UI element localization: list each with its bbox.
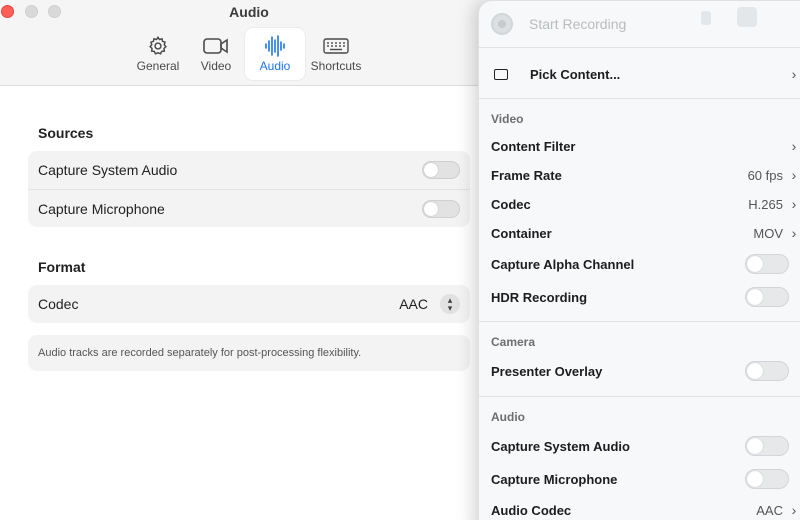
chevron-right-icon: ›: [791, 66, 797, 82]
capture-alpha-row: Capture Alpha Channel: [491, 252, 799, 276]
capture-alpha-toggle[interactable]: [745, 254, 789, 274]
window-icon: [494, 68, 508, 80]
container-value: MOV: [753, 225, 783, 241]
audio-codec-row[interactable]: Audio Codec AAC ›: [491, 498, 799, 520]
presenter-overlay-label: Presenter Overlay: [491, 363, 603, 379]
capture-system-audio-row: Capture System Audio: [28, 151, 470, 189]
video-section-heading: Video: [491, 112, 524, 126]
camera-section-heading: Camera: [491, 335, 536, 349]
menu-microphone-toggle[interactable]: [745, 469, 789, 489]
ghost-icon: [701, 11, 711, 25]
menu-microphone-row: Capture Microphone: [491, 467, 799, 491]
container-label: Container: [491, 225, 552, 241]
frame-rate-row[interactable]: Frame Rate 60 fps ›: [491, 163, 799, 187]
video-codec-row[interactable]: Codec H.265 ›: [491, 192, 799, 216]
hdr-recording-label: HDR Recording: [491, 289, 588, 305]
sources-group: Capture System Audio Capture Microphone: [28, 151, 470, 227]
video-codec-value: H.265: [748, 196, 783, 212]
codec-value[interactable]: AAC: [399, 296, 428, 312]
divider: [479, 321, 800, 322]
chevron-right-icon: ›: [791, 225, 797, 241]
format-note: Audio tracks are recorded separately for…: [28, 335, 470, 371]
chevron-right-icon: ›: [791, 167, 797, 183]
start-recording-label: Start Recording: [529, 16, 627, 32]
window-title: Audio: [229, 4, 269, 20]
tab-shortcuts[interactable]: Shortcuts: [306, 28, 366, 80]
presenter-overlay-row: Presenter Overlay: [491, 359, 799, 383]
capture-microphone-label: Capture Microphone: [38, 200, 165, 217]
frame-rate-value: 60 fps: [747, 167, 783, 183]
menu-system-audio-toggle[interactable]: [745, 436, 789, 456]
codec-row[interactable]: Codec AAC ▴ ▾: [28, 285, 470, 323]
container-row[interactable]: Container MOV ›: [491, 221, 799, 245]
capture-system-audio-toggle[interactable]: [422, 161, 460, 179]
waveform-icon: [245, 34, 305, 58]
chevron-right-icon: ›: [791, 138, 797, 154]
format-heading: Format: [38, 259, 86, 275]
capture-microphone-row: Capture Microphone: [28, 189, 470, 227]
keyboard-icon: [306, 34, 366, 58]
tab-shortcuts-label: Shortcuts: [310, 59, 362, 73]
hdr-recording-toggle[interactable]: [745, 287, 789, 307]
menu-system-audio-row: Capture System Audio: [491, 434, 799, 458]
hdr-recording-row: HDR Recording: [491, 285, 799, 309]
menu-microphone-label: Capture Microphone: [491, 471, 618, 487]
recording-popover: Start Recording Pick Content... › Video …: [478, 0, 800, 520]
audio-section-heading: Audio: [491, 410, 525, 424]
video-camera-icon: [186, 34, 246, 58]
video-codec-label: Codec: [491, 196, 531, 212]
record-icon: [491, 13, 513, 35]
codec-label: Codec: [38, 296, 79, 312]
divider: [479, 47, 800, 48]
capture-alpha-label: Capture Alpha Channel: [491, 256, 635, 272]
pick-content-label: Pick Content...: [530, 66, 621, 82]
pick-content-row[interactable]: Pick Content... ›: [491, 62, 799, 86]
menu-system-audio-label: Capture System Audio: [491, 438, 630, 454]
gear-icon: [128, 34, 188, 58]
presenter-overlay-toggle[interactable]: [745, 361, 789, 381]
audio-codec-label: Audio Codec: [491, 502, 572, 518]
audio-codec-value: AAC: [756, 502, 783, 518]
capture-microphone-toggle[interactable]: [422, 199, 460, 218]
content-filter-row[interactable]: Content Filter ›: [491, 134, 799, 158]
capture-system-audio-label: Capture System Audio: [38, 162, 178, 178]
chevron-up-down-icon[interactable]: ▴ ▾: [440, 294, 460, 314]
frame-rate-label: Frame Rate: [491, 167, 562, 183]
sources-heading: Sources: [38, 125, 94, 141]
chevron-right-icon: ›: [791, 196, 797, 212]
content-filter-label: Content Filter: [491, 138, 576, 154]
ghost-icon: [737, 7, 757, 27]
chevron-right-icon: ›: [791, 502, 797, 518]
divider: [479, 98, 800, 99]
format-group: Codec AAC ▴ ▾: [28, 285, 470, 323]
divider: [479, 396, 800, 397]
